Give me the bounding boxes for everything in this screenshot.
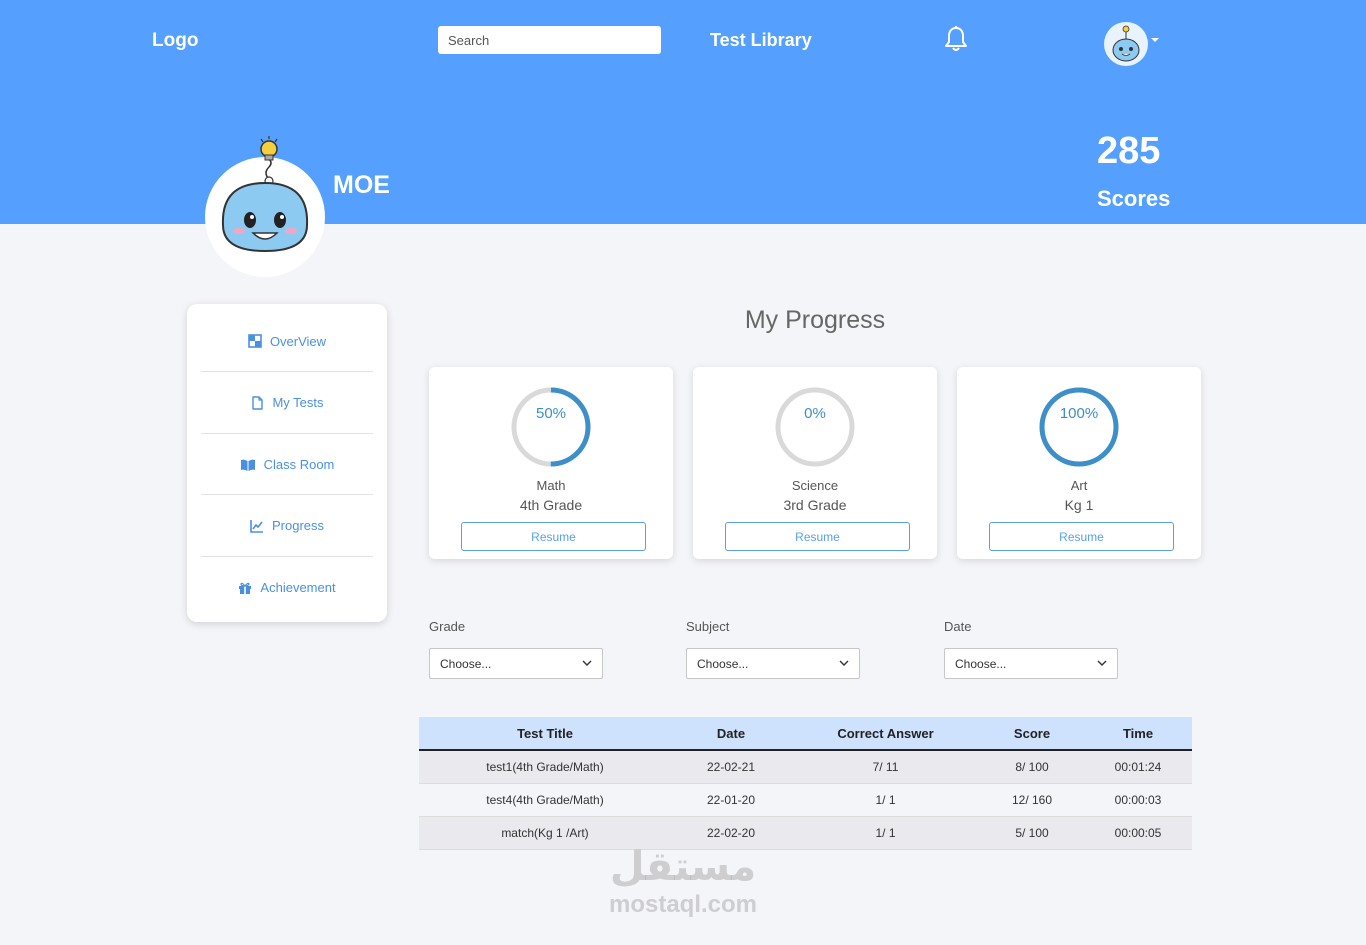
bell-icon[interactable]	[943, 25, 969, 53]
column-header[interactable]: Date	[671, 717, 791, 751]
results-table: Test Title Date Correct Answer Score Tim…	[419, 717, 1192, 850]
book-icon	[240, 459, 255, 471]
user-avatar[interactable]	[1104, 22, 1148, 66]
date-cell: 22-01-20	[671, 783, 791, 817]
score-cell: 12/ 160	[980, 783, 1084, 817]
watermark: مستقل mostaql.com	[598, 842, 768, 918]
chevron-down-icon	[839, 660, 849, 666]
chevron-down-icon[interactable]	[1151, 38, 1159, 42]
progress-card: 50% Math 4th Grade Resume	[429, 367, 673, 559]
column-header[interactable]: Score	[980, 717, 1084, 751]
robot-mascot-icon	[221, 136, 309, 253]
table-row[interactable]: match(Kg 1 /Art) 22-02-20 1/ 1 5/ 100 00…	[419, 816, 1192, 850]
grade-filter-label: Grade	[429, 619, 466, 634]
robot-avatar-icon	[1112, 25, 1140, 62]
gift-icon	[239, 582, 252, 594]
sidebar-item-label: OverView	[269, 333, 327, 349]
progress-card: 0% Science 3rd Grade Resume	[693, 367, 937, 559]
sidebar-item-label: Class Room	[263, 457, 335, 472]
progress-ring	[511, 387, 591, 467]
select-value: Choose...	[697, 656, 749, 671]
table-row[interactable]: test1(4th Grade/Math) 22-02-21 7/ 11 8/ …	[419, 750, 1192, 784]
card-grade: Kg 1	[1064, 497, 1094, 513]
card-subject: Science	[791, 478, 839, 493]
column-header[interactable]: Test Title	[419, 717, 671, 751]
score-value: 285	[1097, 130, 1161, 172]
progress-ring	[1039, 387, 1119, 467]
subject-filter-label: Subject	[686, 619, 730, 634]
progress-percent: 100%	[1059, 405, 1099, 422]
resume-button[interactable]: Resume	[725, 522, 910, 551]
select-value: Choose...	[440, 656, 492, 671]
profile-name: MOE	[333, 171, 390, 199]
test-library-link[interactable]: Test Library	[710, 30, 812, 51]
date-select[interactable]: Choose...	[944, 648, 1118, 679]
score-cell: 5/ 100	[980, 816, 1084, 850]
search-input[interactable]	[438, 26, 661, 54]
progress-percent: 0%	[804, 405, 826, 422]
test-title-cell: test1(4th Grade/Math)	[419, 750, 671, 784]
date-filter-label: Date	[944, 619, 972, 634]
sidebar-item-label: My Tests	[272, 395, 324, 410]
progress-card: 100% Art Kg 1 Resume	[957, 367, 1201, 559]
page-title: My Progress	[744, 306, 886, 334]
column-header[interactable]: Time	[1084, 717, 1192, 751]
time-cell: 00:00:05	[1084, 816, 1192, 850]
chart-icon	[250, 519, 263, 533]
watermark-latin: mostaql.com	[608, 891, 758, 918]
correct-answer-cell: 7/ 11	[791, 750, 980, 784]
table-row[interactable]: test4(4th Grade/Math) 22-01-20 1/ 1 12/ …	[419, 783, 1192, 817]
sidebar-item-label: Achievement	[260, 580, 336, 595]
sidebar: OverView My Tests Class Room Progress Ac…	[187, 304, 387, 622]
watermark-arabic: مستقل	[609, 844, 757, 890]
sidebar-item-class-room[interactable]: Class Room	[201, 433, 373, 495]
column-header[interactable]: Correct Answer	[791, 717, 980, 751]
card-grade: 4th Grade	[519, 497, 583, 513]
chevron-down-icon	[1097, 660, 1107, 666]
time-cell: 00:01:24	[1084, 750, 1192, 784]
select-value: Choose...	[955, 656, 1007, 671]
sidebar-item-label: Progress	[271, 518, 325, 533]
subject-select[interactable]: Choose...	[686, 648, 860, 679]
correct-answer-cell: 1/ 1	[791, 816, 980, 850]
card-grade: 3rd Grade	[783, 497, 847, 513]
card-subject: Math	[536, 478, 566, 493]
sidebar-item-achievement[interactable]: Achievement	[201, 556, 373, 618]
sidebar-item-overview[interactable]: OverView	[201, 310, 373, 372]
table-header-row: Test Title Date Correct Answer Score Tim…	[419, 717, 1192, 751]
correct-answer-cell: 1/ 1	[791, 783, 980, 817]
score-cell: 8/ 100	[980, 750, 1084, 784]
profile-avatar	[205, 136, 325, 277]
document-icon	[252, 395, 264, 410]
progress-ring	[775, 387, 855, 467]
logo[interactable]: Logo	[152, 30, 198, 52]
sidebar-item-my-tests[interactable]: My Tests	[201, 371, 373, 433]
date-cell: 22-02-21	[671, 750, 791, 784]
card-subject: Art	[1070, 478, 1088, 493]
chevron-down-icon	[582, 660, 592, 666]
progress-percent: 50%	[535, 405, 567, 422]
test-title-cell: test4(4th Grade/Math)	[419, 783, 671, 817]
resume-button[interactable]: Resume	[461, 522, 646, 551]
time-cell: 00:00:03	[1084, 783, 1192, 817]
sidebar-item-progress[interactable]: Progress	[201, 494, 373, 556]
resume-button[interactable]: Resume	[989, 522, 1174, 551]
score-label: Scores	[1097, 186, 1171, 211]
overview-icon	[248, 334, 262, 348]
grade-select[interactable]: Choose...	[429, 648, 603, 679]
